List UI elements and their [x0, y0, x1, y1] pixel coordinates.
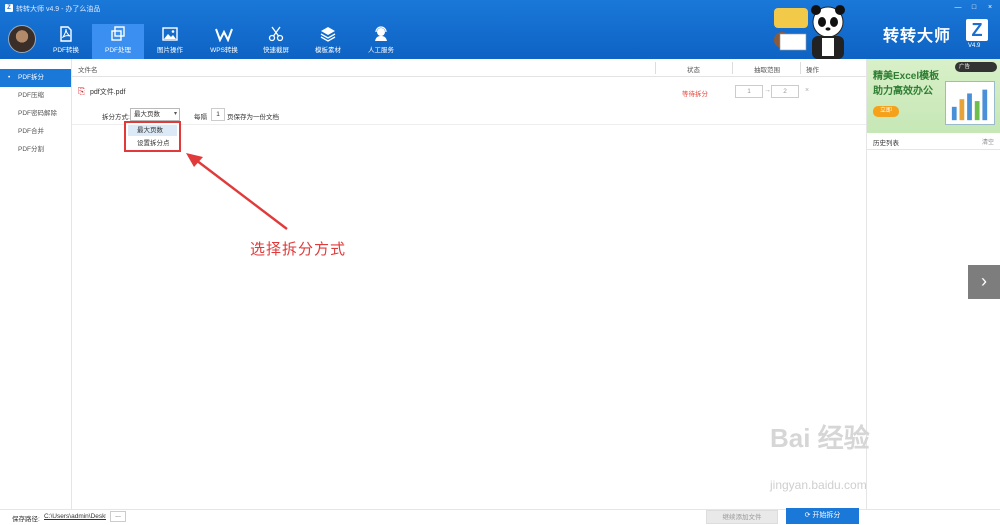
nav-label: PDF转换: [53, 47, 79, 54]
close-icon[interactable]: ×: [805, 87, 809, 94]
nav-wps[interactable]: WPS转换: [198, 24, 250, 59]
ad-banner[interactable]: 广告 精美Excel模板 助力高效办公 立即: [867, 59, 1000, 133]
column-divider: [655, 62, 656, 74]
ad-close-button[interactable]: 广告: [955, 62, 997, 72]
app-logo-icon: Z: [5, 4, 13, 12]
col-filename: 文件名: [78, 67, 98, 74]
sidebar-item-pdf-divide[interactable]: PDF分割: [0, 141, 71, 159]
watermark: Bai 经验: [770, 423, 870, 453]
history-clear-button[interactable]: 清空: [982, 137, 994, 146]
dropdown-option-split-points[interactable]: 设置拆分点: [128, 138, 177, 149]
range-from-input[interactable]: 1: [735, 85, 763, 98]
brand-logo-icon: Z: [966, 19, 988, 41]
annotation-text: 选择拆分方式: [250, 241, 347, 258]
table-row[interactable]: ⎘ pdf文件.pdf 等待拆分 1 → 2 ×: [72, 77, 866, 105]
status-badge: 等待拆分: [682, 91, 708, 98]
ad-headline: 精美Excel模板: [873, 71, 940, 82]
footer: 保存路径: C:\Users\admin\Desktop ... 继续添加文件 …: [0, 508, 1000, 524]
main-content: 文件名 状态 抽取范围 操作 ⎘ pdf文件.pdf 等待拆分 1 → 2 × …: [72, 59, 866, 509]
split-mode-label: 拆分方式:: [102, 114, 130, 121]
table-header: 文件名 状态 抽取范围 操作: [72, 59, 866, 77]
close-button[interactable]: ×: [985, 3, 995, 12]
nav-templates[interactable]: 模板素材: [302, 24, 354, 59]
col-action: 操作: [806, 67, 819, 74]
every-label: 每隔: [194, 114, 207, 121]
maximize-button[interactable]: □: [969, 3, 979, 12]
split-mode-select[interactable]: 最大页数 ▾: [130, 108, 180, 121]
nav-image[interactable]: 图片操作: [144, 24, 196, 59]
nav-label: 人工服务: [368, 47, 394, 54]
browse-button[interactable]: ...: [110, 511, 126, 522]
nav-label: 快速截屏: [263, 47, 289, 54]
nav-pdf-process[interactable]: PDF处理: [92, 24, 144, 59]
column-divider: [800, 62, 801, 74]
layers-icon: [320, 27, 336, 42]
col-status: 状态: [687, 67, 700, 74]
sidebar-item-pdf-compress[interactable]: PDF压缩: [0, 87, 71, 105]
brand-name: 转转大师: [883, 28, 952, 45]
split-mode-value: 最大页数: [134, 111, 160, 118]
divider: [867, 149, 1000, 150]
col-range: 抽取范围: [754, 67, 780, 74]
chevron-right-icon[interactable]: ›: [968, 265, 1000, 299]
sidebar: PDF拆分 PDF压缩 PDF密码解除 PDF合并 PDF分割: [0, 59, 72, 509]
minimize-button[interactable]: —: [953, 3, 963, 12]
scissors-icon: [268, 26, 284, 42]
app-header: Z 转转大师 v4.9 - 办了么油品 — □ × PDF转换 PDF处理 图片…: [0, 0, 1000, 59]
panda-mascot-icon: [774, 5, 845, 59]
nav-label: 模板素材: [315, 47, 341, 54]
annotation-arrow-icon: [186, 153, 288, 230]
history-title: 历史列表: [873, 140, 899, 147]
window-title: 转转大师 v4.9 - 办了么油品: [16, 6, 101, 13]
save-path-link[interactable]: C:\Users\admin\Desktop: [44, 513, 106, 520]
pages-per-file-input[interactable]: 1: [211, 108, 225, 121]
copy-icon: [111, 26, 125, 41]
sidebar-item-pdf-merge[interactable]: PDF合并: [0, 123, 71, 141]
column-divider: [732, 62, 733, 74]
dropdown-option-max-pages[interactable]: 最大页数: [128, 125, 177, 136]
watermark-url: jingyan.baidu.com: [770, 478, 867, 492]
arrow-right-icon: →: [764, 87, 771, 94]
range-to-input[interactable]: 2: [771, 85, 799, 98]
start-split-button[interactable]: ⟳ 开始拆分: [786, 508, 859, 524]
spreadsheet-chart-icon: [945, 81, 995, 125]
image-icon: [162, 27, 178, 41]
split-mode-dropdown: 最大页数 设置拆分点: [124, 121, 181, 152]
avatar[interactable]: [8, 25, 36, 53]
pages-suffix-label: 页保存为一份文档: [227, 114, 279, 121]
nav-label: 图片操作: [157, 47, 183, 54]
nav-screenshot[interactable]: 快速截屏: [250, 24, 302, 59]
nav-label: WPS转换: [210, 47, 238, 54]
save-path-label: 保存路径:: [12, 516, 40, 523]
support-icon: [375, 26, 387, 41]
file-name: pdf文件.pdf: [90, 89, 126, 96]
ad-button[interactable]: 立即: [873, 106, 899, 117]
nav-support[interactable]: 人工服务: [355, 24, 407, 59]
wps-icon: [215, 28, 233, 42]
pdf-icon: [60, 26, 72, 42]
add-more-files-button[interactable]: 继续添加文件: [706, 510, 778, 524]
brand-version: V4.9: [968, 43, 981, 49]
start-split-label: 开始拆分: [812, 512, 841, 519]
sidebar-item-pdf-split[interactable]: PDF拆分: [0, 69, 71, 87]
sidebar-item-pdf-unlock[interactable]: PDF密码解除: [0, 105, 71, 123]
pdf-file-icon: ⎘: [78, 86, 86, 96]
nav-label: PDF处理: [105, 47, 131, 54]
chevron-down-icon: ▾: [173, 111, 177, 117]
nav-pdf-convert[interactable]: PDF转换: [40, 24, 92, 59]
ad-subline: 助力高效办公: [873, 86, 933, 97]
split-options: 拆分方式: 最大页数 ▾ 每隔 1 页保存为一份文档: [72, 105, 866, 125]
